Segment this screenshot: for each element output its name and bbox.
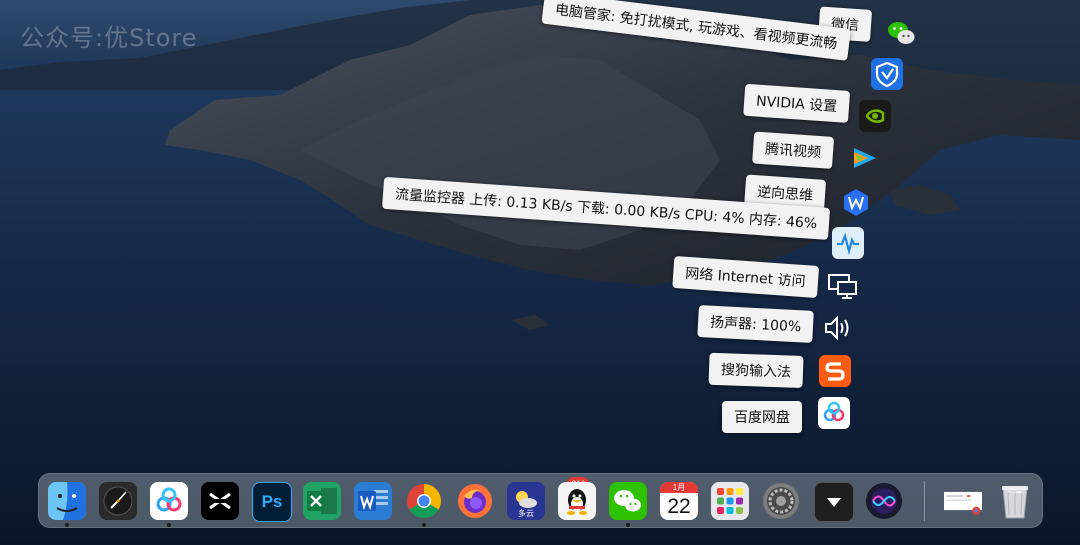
wechat-dock-icon[interactable] bbox=[609, 482, 647, 520]
finder-icon[interactable] bbox=[48, 482, 86, 520]
siri-icon[interactable] bbox=[865, 482, 903, 520]
watermark: 公众号:优Store bbox=[20, 24, 198, 52]
nixiang-siwei-icon[interactable] bbox=[840, 186, 872, 218]
word-icon[interactable] bbox=[354, 482, 392, 520]
sogou-input-icon[interactable] bbox=[819, 355, 851, 387]
weather-label: 多云 bbox=[518, 509, 534, 518]
nvidia-icon[interactable] bbox=[859, 100, 891, 132]
baidu-netdisk-dock-icon[interactable] bbox=[150, 482, 188, 520]
traffic-monitor-icon[interactable] bbox=[832, 227, 864, 259]
network-icon[interactable] bbox=[826, 270, 858, 302]
calendar-icon[interactable]: 1月 22 bbox=[660, 482, 698, 520]
trash-icon[interactable] bbox=[996, 482, 1034, 520]
gear-icon[interactable] bbox=[762, 482, 800, 520]
launchpad-icon[interactable] bbox=[711, 482, 749, 520]
tencent-pc-manager-icon[interactable] bbox=[871, 58, 903, 90]
running-indicator-finder bbox=[65, 523, 69, 527]
excel-icon[interactable] bbox=[303, 482, 341, 520]
dock-divider bbox=[924, 481, 925, 521]
running-indicator-wechat bbox=[626, 523, 630, 527]
running-indicator-chrome bbox=[422, 523, 426, 527]
chrome-icon[interactable] bbox=[405, 482, 443, 520]
running-indicator-baidu-netdisk bbox=[167, 523, 171, 527]
desktop-wallpaper bbox=[0, 0, 1080, 545]
calendar-month: 1月 bbox=[660, 482, 698, 493]
dock: Ps 多云 21° 1月 22 bbox=[38, 473, 1043, 528]
baidu-netdisk-icon[interactable] bbox=[818, 397, 850, 429]
calendar-day: 22 bbox=[667, 495, 691, 518]
qq-icon[interactable] bbox=[558, 482, 596, 520]
photoshop-label: Ps bbox=[261, 492, 283, 511]
screenshot-thumbnail[interactable] bbox=[940, 482, 986, 520]
capcut-icon[interactable] bbox=[201, 482, 239, 520]
firefox-icon[interactable] bbox=[456, 482, 494, 520]
clock-icon[interactable] bbox=[99, 482, 137, 520]
chevron-down-icon[interactable] bbox=[814, 482, 854, 522]
tray-tooltip-speaker: 扬声器: 100% bbox=[697, 304, 815, 343]
weather-icon[interactable]: 多云 bbox=[507, 482, 545, 520]
photoshop-icon[interactable]: Ps bbox=[252, 482, 292, 522]
tray-tooltip-tencent-video: 腾讯视频 bbox=[752, 131, 835, 169]
speaker-icon[interactable] bbox=[822, 312, 854, 344]
tray-tooltip-sogou: 搜狗输入法 bbox=[708, 352, 804, 388]
tencent-video-icon[interactable] bbox=[848, 142, 880, 174]
tray-tooltip-baidu-netdisk: 百度网盘 bbox=[722, 401, 802, 433]
wechat-icon[interactable] bbox=[885, 17, 917, 49]
